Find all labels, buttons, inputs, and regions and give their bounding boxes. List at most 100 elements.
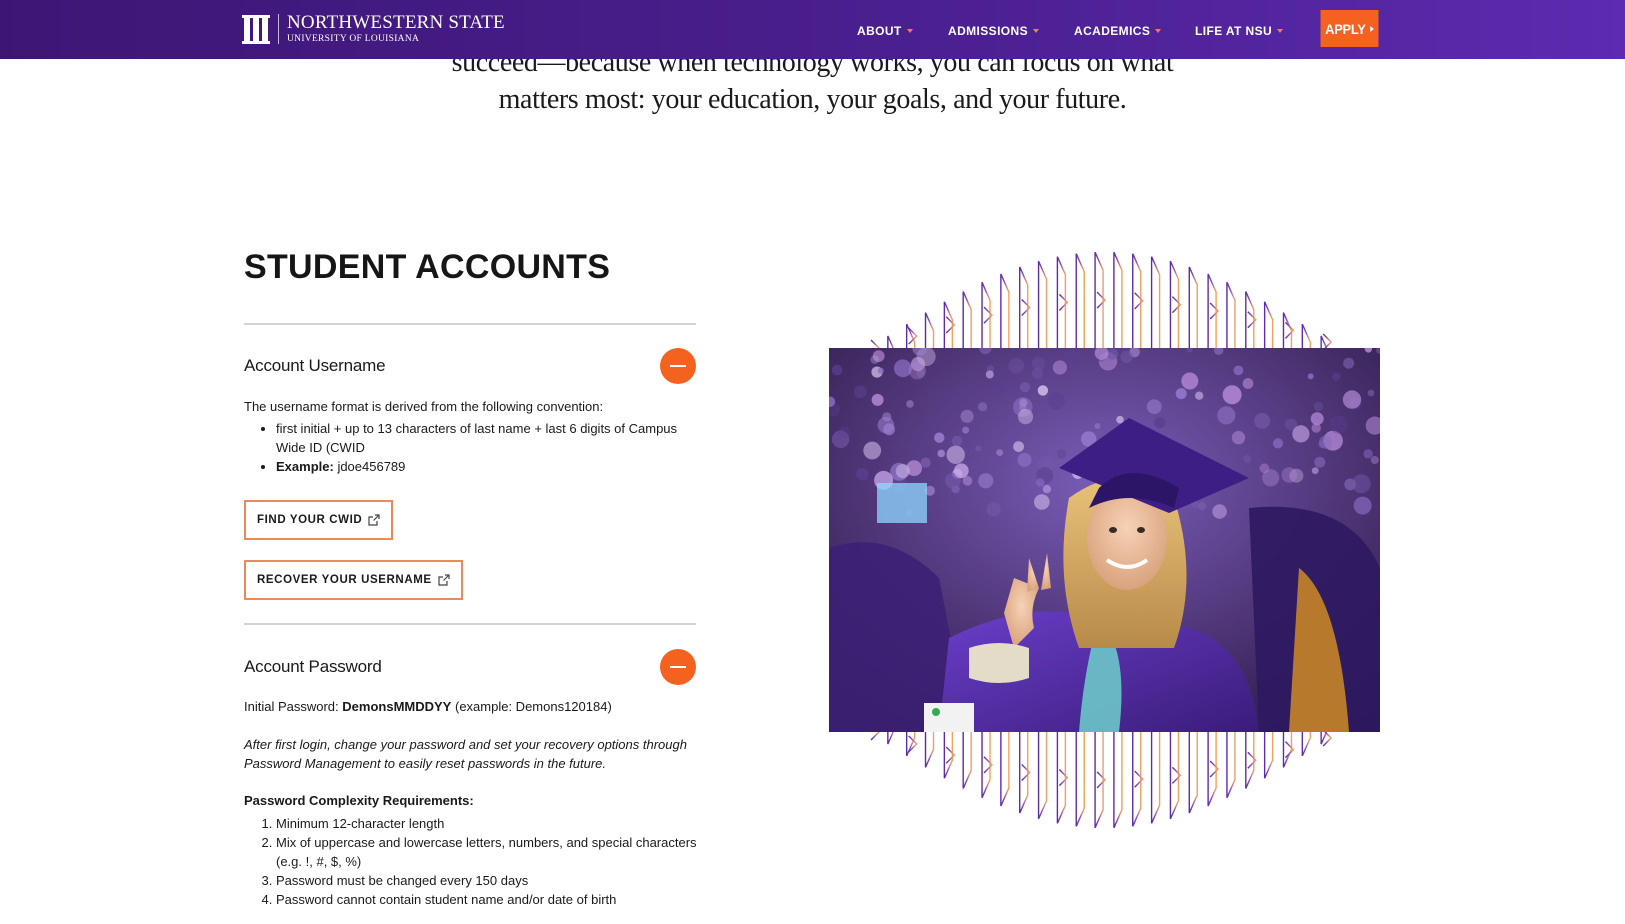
crowd-dot bbox=[1031, 367, 1043, 379]
pattern-chevron bbox=[945, 316, 956, 334]
crowd-dot bbox=[953, 463, 969, 479]
caret-down-icon bbox=[906, 29, 913, 33]
crowd-dot bbox=[906, 400, 914, 408]
pattern-line bbox=[1075, 732, 1085, 827]
convention-text: first initial + up to 13 characters of l… bbox=[276, 421, 678, 455]
crowd-dot bbox=[870, 355, 879, 364]
nav-admissions[interactable]: ADMISSIONS bbox=[948, 24, 1040, 38]
crowd-dot bbox=[985, 370, 994, 379]
crowd-dot bbox=[951, 435, 963, 447]
pattern-chevron bbox=[1171, 296, 1182, 314]
pattern-chevron bbox=[983, 306, 994, 324]
initial-password-example: (example: Demons120184) bbox=[454, 699, 612, 714]
pattern-line bbox=[1132, 253, 1142, 348]
crowd-dot bbox=[934, 432, 945, 443]
crowd-dot bbox=[1262, 469, 1280, 487]
crowd-dot bbox=[1363, 449, 1373, 459]
site-header: NORTHWESTERN STATE UNIVERSITY OF LOUISIA… bbox=[0, 0, 1625, 59]
pattern-line bbox=[962, 732, 972, 789]
pattern-line bbox=[1263, 732, 1274, 779]
initial-password-value: DemonsMMDDYY bbox=[342, 699, 452, 714]
pattern-line bbox=[924, 732, 935, 768]
crowd-dot bbox=[1272, 438, 1284, 449]
find-cwid-button[interactable]: FIND YOUR CWID bbox=[244, 500, 394, 540]
recover-username-button[interactable]: RECOVER YOUR USERNAME bbox=[244, 560, 463, 600]
pattern-line bbox=[1037, 732, 1048, 820]
pattern-line bbox=[1188, 732, 1198, 814]
pattern-line bbox=[1000, 732, 1010, 807]
nav-about[interactable]: ABOUT bbox=[857, 24, 913, 38]
find-cwid-label: FIND YOUR CWID bbox=[257, 514, 363, 526]
crowd-dot bbox=[920, 457, 931, 468]
external-link-icon bbox=[438, 574, 450, 586]
pattern-line bbox=[1113, 251, 1123, 348]
crowd-dot bbox=[1160, 363, 1171, 374]
pattern-line bbox=[1245, 732, 1255, 789]
pattern-line bbox=[1245, 291, 1255, 348]
pattern-line bbox=[1094, 732, 1104, 829]
nav-about-label: ABOUT bbox=[857, 24, 902, 38]
crowd-dot bbox=[1332, 372, 1341, 381]
crowd-dot bbox=[1370, 455, 1379, 465]
crowd-dot bbox=[1175, 388, 1187, 400]
crowd-dot bbox=[1254, 413, 1271, 429]
crowd-dot bbox=[1222, 385, 1242, 405]
username-description: The username format is derived from the … bbox=[244, 397, 704, 476]
apply-button[interactable]: APPLY bbox=[1320, 10, 1379, 47]
crowd-dot bbox=[1197, 501, 1207, 511]
caret-down-icon bbox=[1155, 29, 1162, 33]
example-value: jdoe456789 bbox=[337, 459, 406, 474]
crowd-dot bbox=[960, 409, 974, 423]
crowd-dot bbox=[838, 426, 852, 439]
nav-life-at-nsu[interactable]: LIFE AT NSU bbox=[1195, 24, 1284, 38]
crowd-dot bbox=[986, 502, 1001, 517]
pattern-line bbox=[1282, 312, 1293, 348]
crowd-dot bbox=[1233, 365, 1244, 376]
crowd-dot bbox=[1311, 467, 1319, 475]
crowd-dot bbox=[831, 364, 843, 376]
username-lead-text: The username format is derived from the … bbox=[244, 399, 604, 414]
crowd-dot bbox=[895, 464, 910, 479]
password-collapse-button[interactable] bbox=[660, 649, 696, 685]
pattern-chevron bbox=[1247, 751, 1257, 769]
crowd-dot bbox=[992, 382, 1006, 396]
pattern-chevron bbox=[1134, 770, 1144, 788]
columns-logo-icon bbox=[242, 14, 279, 44]
crowd-dot bbox=[1034, 494, 1050, 510]
crowd-dot bbox=[1310, 412, 1324, 426]
crowd-dot bbox=[1313, 401, 1324, 412]
pattern-line bbox=[905, 323, 916, 348]
university-logo[interactable]: NORTHWESTERN STATE UNIVERSITY OF LOUISIA… bbox=[242, 12, 505, 46]
crowd-dot bbox=[1094, 423, 1101, 429]
list-item: Minimum 12-character length bbox=[276, 814, 704, 833]
username-accordion-header[interactable]: Account Username bbox=[244, 348, 696, 384]
divider bbox=[244, 323, 696, 325]
crowd-dot bbox=[1351, 474, 1371, 494]
pattern-chevron bbox=[1096, 291, 1107, 309]
pattern-line bbox=[1301, 323, 1312, 348]
pattern-chevron bbox=[1021, 298, 1031, 316]
crowd-dot bbox=[1146, 399, 1162, 415]
pattern-line bbox=[1037, 260, 1048, 348]
pattern-line bbox=[905, 732, 916, 757]
requirements-list-wrapper: Minimum 12-character length Mix of upper… bbox=[244, 814, 704, 909]
pattern-chevron bbox=[1058, 769, 1069, 787]
pattern-line bbox=[1169, 732, 1180, 820]
caret-down-icon bbox=[1277, 29, 1284, 33]
pattern-chevron bbox=[1209, 302, 1220, 320]
list-item: Mix of uppercase and lowercase letters, … bbox=[276, 833, 704, 871]
nav-academics[interactable]: ACADEMICS bbox=[1074, 24, 1162, 38]
password-accordion-header[interactable]: Account Password bbox=[244, 649, 696, 685]
recover-username-label: RECOVER YOUR USERNAME bbox=[257, 574, 432, 586]
crowd-dot bbox=[1212, 504, 1227, 519]
crowd-dot bbox=[1353, 496, 1372, 515]
pattern-line bbox=[1019, 732, 1029, 814]
crowd-dot bbox=[1281, 467, 1297, 483]
crowd-dot bbox=[1307, 373, 1314, 380]
crowd-dot bbox=[1343, 357, 1355, 369]
username-collapse-button[interactable] bbox=[660, 348, 696, 384]
crowd-dot bbox=[1329, 415, 1348, 434]
list-item: Password must be changed every 150 days bbox=[276, 871, 704, 890]
crowd-dot bbox=[1292, 425, 1310, 443]
pattern-line bbox=[1188, 266, 1198, 348]
